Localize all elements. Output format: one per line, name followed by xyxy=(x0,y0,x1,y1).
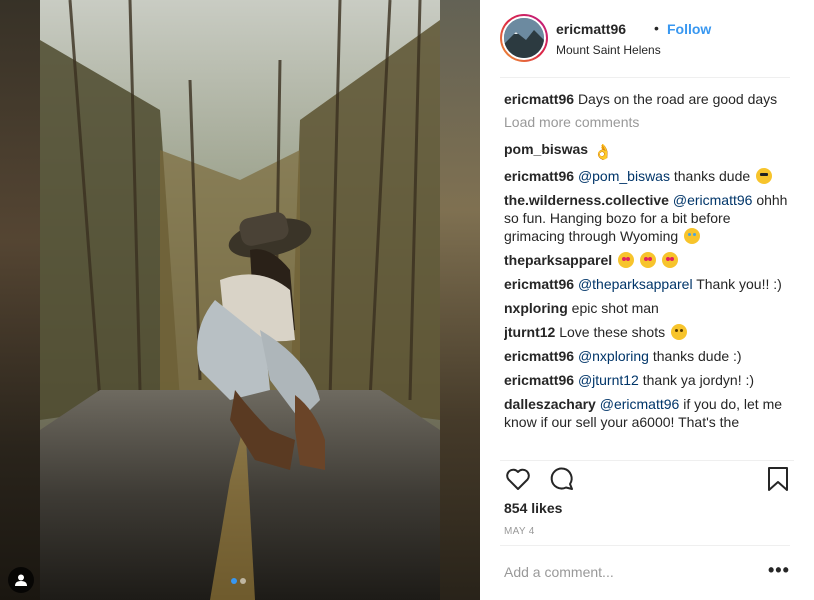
crying-emoji-icon xyxy=(684,228,701,244)
post-photo[interactable] xyxy=(40,0,440,600)
comment-text: Thank you!! :) xyxy=(692,276,782,292)
comment-bubble-icon[interactable] xyxy=(548,465,576,493)
avatar[interactable] xyxy=(502,16,546,60)
comment-username[interactable]: the.wilderness.collective xyxy=(504,192,669,208)
comment-text: thank ya jordyn! :) xyxy=(638,372,755,388)
comment-item: ericmatt96 @jturnt12 thank ya jordyn! :) xyxy=(504,371,794,389)
comment-mention[interactable]: @jturnt12 xyxy=(578,372,639,388)
comment-username[interactable]: jturnt12 xyxy=(504,324,555,340)
heart-eyes-emoji-icon xyxy=(639,252,656,268)
comment-item: nxploring epic shot man xyxy=(504,299,794,317)
comment-mention[interactable]: @ericmatt96 xyxy=(673,192,753,208)
post-media[interactable] xyxy=(0,0,480,600)
add-comment-input[interactable] xyxy=(504,560,744,584)
post-actions-bar xyxy=(500,460,794,496)
comment-username[interactable]: ericmatt96 xyxy=(504,372,574,388)
caption: ericmatt96 Days on the road are good day… xyxy=(504,90,794,108)
comment-item: theparksapparel xyxy=(504,251,794,269)
comment-text: epic shot man xyxy=(567,300,659,316)
user-tag-icon[interactable] xyxy=(8,567,34,593)
photo-blur-edge xyxy=(440,0,480,600)
comment-text: thanks dude xyxy=(669,168,751,184)
comment-item: ericmatt96 @nxploring thanks dude :) xyxy=(504,347,794,365)
add-comment-section: ••• xyxy=(500,545,790,600)
ok-hand-emoji-icon: 👌 xyxy=(593,144,613,161)
post-location[interactable]: Mount Saint Helens xyxy=(556,43,661,57)
comment-item: ericmatt96 @pom_biswas thanks dude xyxy=(504,167,794,185)
post-username[interactable]: ericmatt96 xyxy=(556,21,626,37)
comment-username[interactable]: theparksapparel xyxy=(504,252,612,268)
avatar-story-ring[interactable] xyxy=(500,14,548,62)
comment-item: jturnt12 Love these shots xyxy=(504,323,794,341)
post-header: ericmatt96 • Follow Mount Saint Helens xyxy=(500,14,790,78)
comment-item: dalleszachary @ericmatt96 if you do, let… xyxy=(504,395,794,431)
comment-username[interactable]: ericmatt96 xyxy=(504,276,574,292)
comment-username[interactable]: ericmatt96 xyxy=(504,91,574,107)
heart-eyes-emoji-icon xyxy=(661,252,678,268)
comment-username[interactable]: pom_biswas xyxy=(504,141,588,157)
comment-mention[interactable]: @pom_biswas xyxy=(578,168,670,184)
header-separator: • xyxy=(654,20,659,36)
carousel-indicator xyxy=(231,578,246,584)
carousel-dot-active xyxy=(231,578,237,584)
comment-username[interactable]: ericmatt96 xyxy=(504,348,574,364)
comment-mention[interactable]: @ericmatt96 xyxy=(600,396,680,412)
relieved-emoji-icon xyxy=(670,324,687,340)
comment-username[interactable]: nxploring xyxy=(504,300,568,316)
caption-text: Days on the road are good days xyxy=(577,91,778,107)
comment-item: the.wilderness.collective @ericmatt96 oh… xyxy=(504,191,794,245)
post-details-panel: ericmatt96 • Follow Mount Saint Helens e… xyxy=(480,0,814,600)
load-more-comments-button[interactable]: Load more comments xyxy=(504,114,794,130)
comment-item: ericmatt96 @theparksapparel Thank you!! … xyxy=(504,275,794,293)
heart-outline-icon[interactable] xyxy=(504,465,532,493)
carousel-dot xyxy=(240,578,246,584)
likes-count[interactable]: 854 likes xyxy=(504,500,562,516)
comment-username[interactable]: dalleszachary xyxy=(504,396,596,412)
more-options-icon[interactable]: ••• xyxy=(768,561,790,579)
comments-list[interactable]: ericmatt96 Days on the road are good day… xyxy=(504,90,794,448)
sunglasses-emoji-icon xyxy=(756,168,773,184)
photo-blur-edge xyxy=(0,0,40,600)
comment-username[interactable]: ericmatt96 xyxy=(504,168,574,184)
comment-mention[interactable]: @theparksapparel xyxy=(578,276,693,292)
comment-text: thanks dude :) xyxy=(648,348,742,364)
post-photo-image xyxy=(40,0,440,600)
bookmark-icon[interactable] xyxy=(764,465,792,493)
user-tag-icon-glyph xyxy=(15,574,27,586)
post-date[interactable]: MAY 4 xyxy=(504,526,535,537)
avatar-image xyxy=(504,18,544,58)
comment-text: Love these shots xyxy=(555,324,666,340)
comment-mention[interactable]: @nxploring xyxy=(578,348,649,364)
like-button-glyph xyxy=(506,468,530,490)
save-button-glyph xyxy=(768,467,788,491)
heart-eyes-emoji-icon xyxy=(618,252,635,268)
comment-button-glyph xyxy=(550,467,573,490)
follow-button[interactable]: Follow xyxy=(667,21,711,37)
comment-item: pom_biswas 👌 xyxy=(504,140,794,161)
